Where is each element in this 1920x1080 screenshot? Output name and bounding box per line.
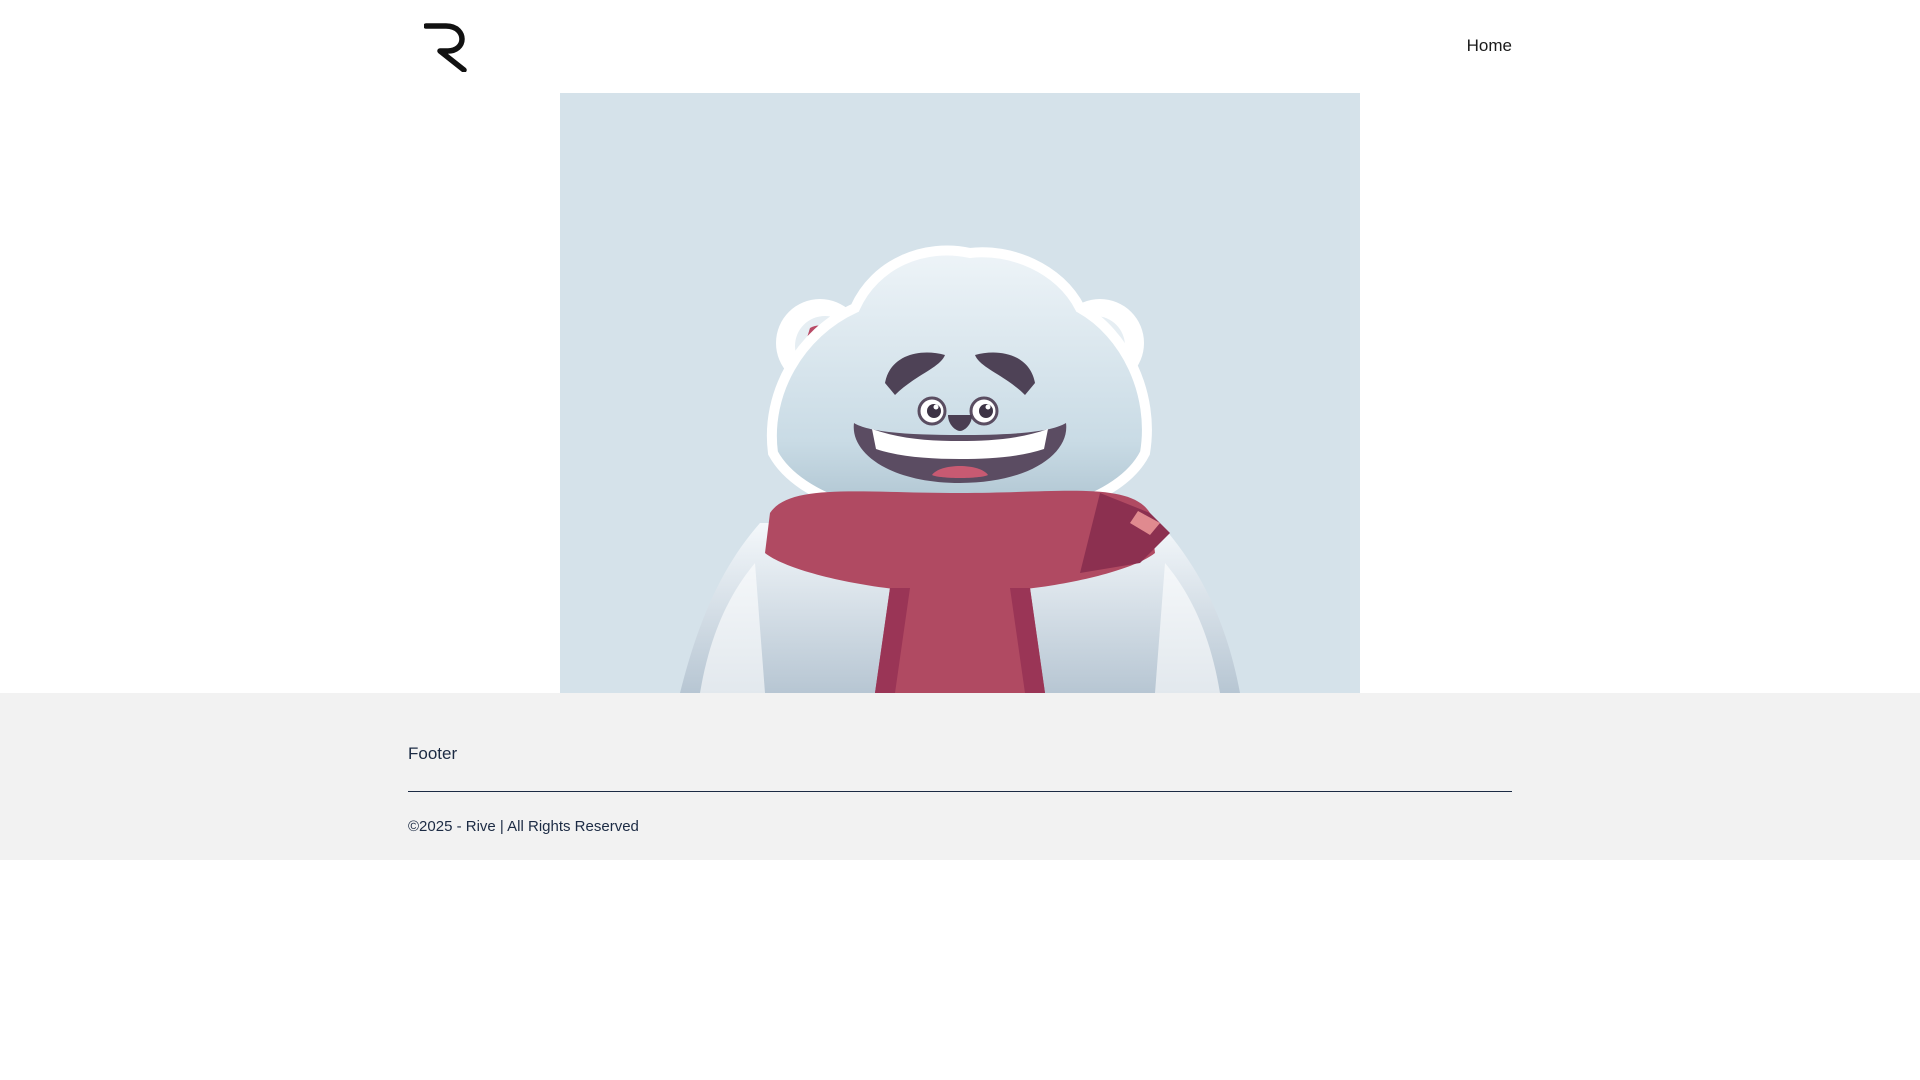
footer-heading: Footer <box>408 744 458 763</box>
site-header: Home <box>0 0 1920 92</box>
polar-bear-illustration <box>680 245 1240 693</box>
hero-image <box>560 93 1360 693</box>
site-footer: Footer ©2025 - Rive | All Rights Reserve… <box>0 693 1920 860</box>
logo-link[interactable] <box>423 22 472 73</box>
footer-divider <box>408 791 1512 792</box>
nav-home-link[interactable]: Home <box>1467 35 1512 57</box>
rive-r-logo-icon <box>423 23 467 73</box>
copyright-text: ©2025 - Rive | All Rights Reserved <box>408 818 639 835</box>
page: Home Footer ©2025 - Rive | All Rights Re… <box>0 0 1920 1080</box>
